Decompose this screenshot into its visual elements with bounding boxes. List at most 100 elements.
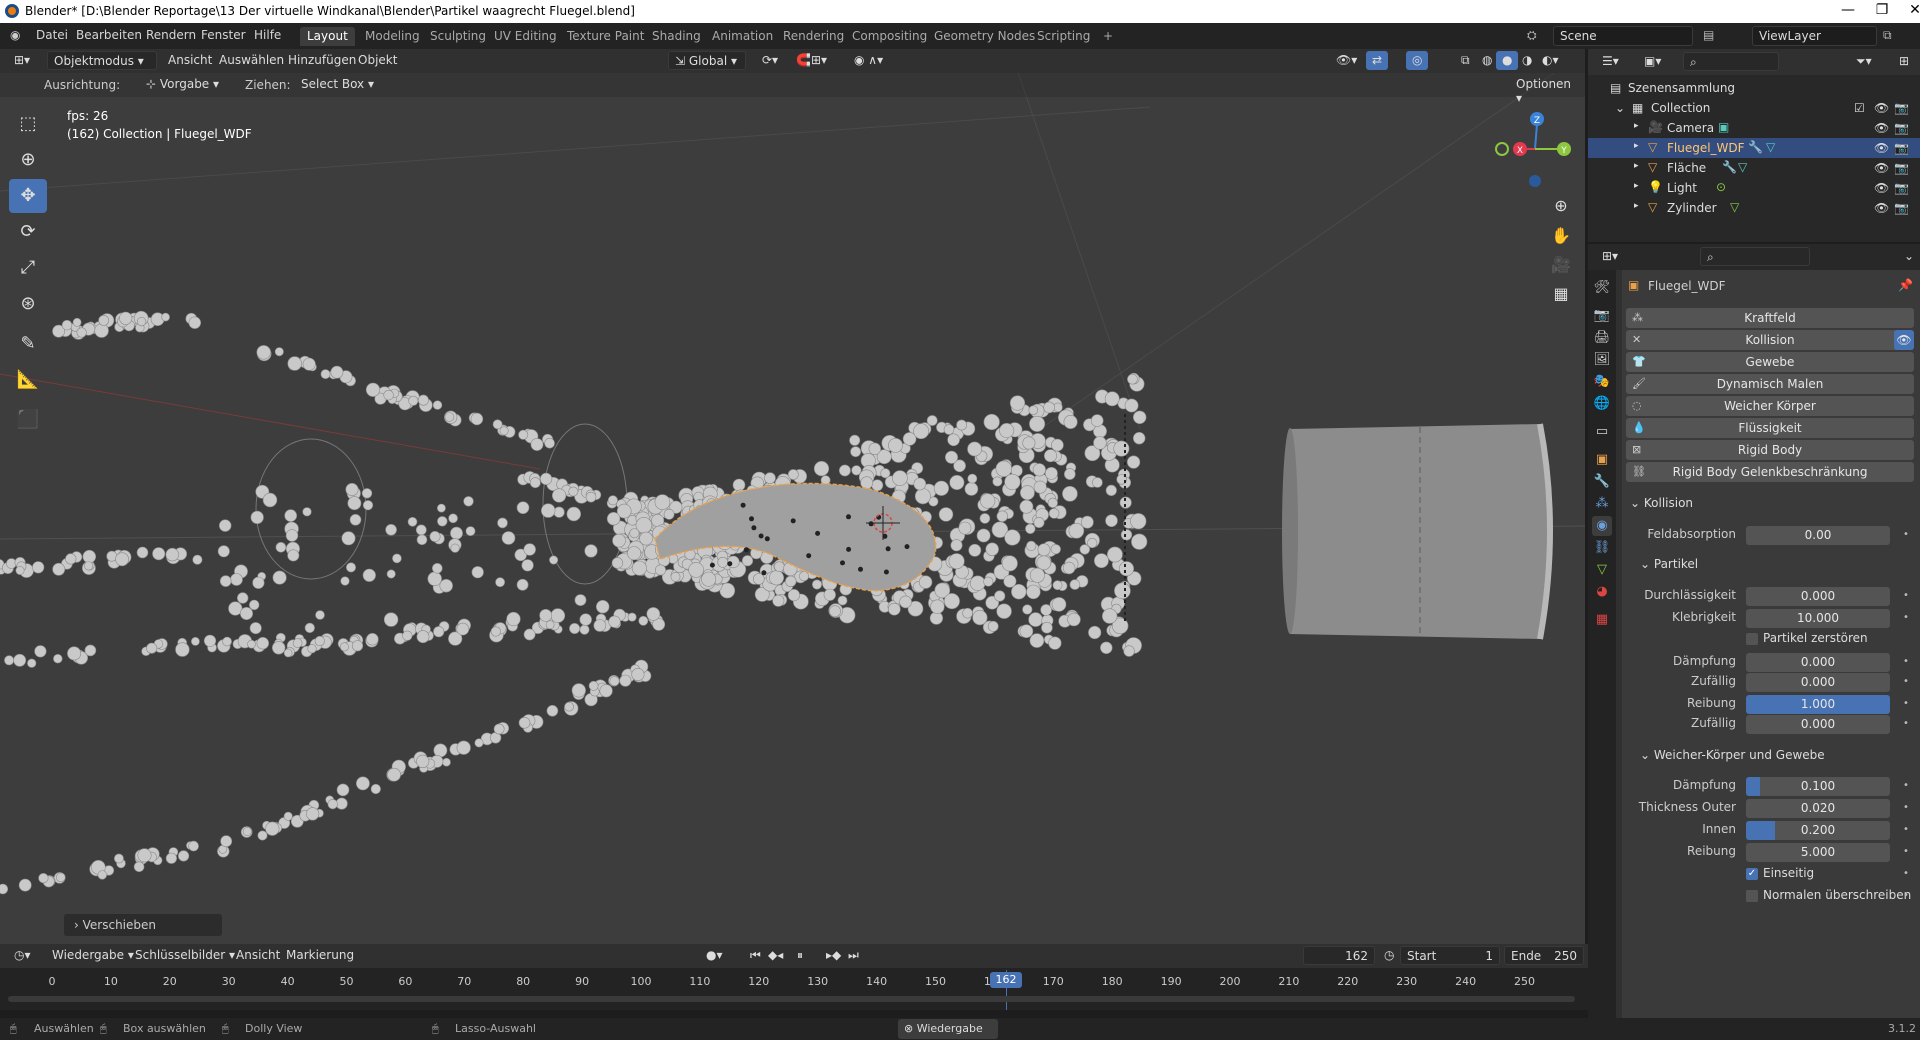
end-frame-field[interactable]: Ende 250: [1504, 946, 1584, 965]
transform-orientation-selector[interactable]: ⇲ Global ▾: [668, 51, 746, 70]
properties-options-icon[interactable]: ⌄: [1898, 247, 1920, 266]
options-dropdown[interactable]: Optionen ▾: [1510, 75, 1585, 105]
select-box-tool-icon[interactable]: ⬚: [9, 107, 47, 141]
keyframe-dot-icon[interactable]: •: [1902, 868, 1910, 879]
soft-body-button[interactable]: ◌ Weicher Körper: [1626, 396, 1914, 416]
outliner-item-light[interactable]: ▸ 💡 Light ⊙ 👁 📷: [1588, 178, 1920, 198]
dynamic-paint-button[interactable]: 🖌 Dynamisch Malen: [1626, 374, 1914, 394]
kraftfeld-button[interactable]: ⁂ Kraftfeld: [1626, 308, 1914, 328]
scene-tab-icon[interactable]: 🎭: [1592, 372, 1612, 392]
cursor-tool-icon[interactable]: ⊕: [9, 143, 47, 177]
toggle-visibility-icon[interactable]: 👁: [1894, 330, 1914, 350]
remove-x-icon[interactable]: ✕: [1632, 330, 1641, 350]
outliner-editor-icon[interactable]: ☰▾: [1596, 52, 1625, 71]
keyframe-dot-icon[interactable]: •: [1902, 529, 1910, 540]
particles-tab-icon[interactable]: ⁂: [1592, 494, 1612, 514]
output-tab-icon[interactable]: 🖨: [1592, 328, 1612, 348]
tab-texture-paint[interactable]: Texture Paint: [560, 27, 651, 46]
fluid-button[interactable]: 💧 Flüssigkeit: [1626, 418, 1914, 438]
partikel-section-header[interactable]: ⌄ Partikel: [1640, 557, 1698, 571]
keyframe-dot-icon[interactable]: •: [1902, 698, 1910, 709]
object-tab-icon[interactable]: ▣: [1592, 450, 1612, 470]
menu-bearbeiten[interactable]: Bearbeiten: [76, 28, 142, 42]
hide-eye-icon[interactable]: 👁: [1874, 141, 1889, 155]
exclude-checkbox-icon[interactable]: ☑: [1854, 101, 1865, 115]
menu-schluesselbilder[interactable]: Schlüsselbilder ▾: [129, 946, 241, 965]
thickness-outer-field[interactable]: 0.020: [1746, 799, 1890, 818]
proportional-edit-icon[interactable]: ◉ ∧▾: [848, 51, 889, 70]
keyframe-dot-icon[interactable]: •: [1902, 718, 1910, 729]
overlay-toggle-icon[interactable]: ◎: [1406, 51, 1429, 70]
render-camera-icon[interactable]: 📷: [1894, 141, 1909, 155]
hide-eye-icon[interactable]: 👁: [1874, 181, 1889, 195]
rigid-body-constraint-button[interactable]: ⛓ Rigid Body Gelenkbeschränkung: [1626, 462, 1914, 482]
physics-tab-icon[interactable]: ◉: [1592, 516, 1612, 536]
tab-sculpting[interactable]: Sculpting: [423, 27, 493, 46]
texture-tab-icon[interactable]: ▦: [1592, 610, 1612, 630]
camera-view-icon[interactable]: 🎥: [1548, 252, 1574, 278]
render-camera-icon[interactable]: 📷: [1894, 181, 1909, 195]
checkbox-box[interactable]: [1746, 632, 1758, 645]
rigid-body-button[interactable]: ⊠ Rigid Body: [1626, 440, 1914, 460]
add-workspace-button[interactable]: +: [1096, 27, 1120, 46]
keyframe-dot-icon[interactable]: •: [1902, 590, 1910, 601]
keyframe-dot-icon[interactable]: •: [1902, 802, 1910, 813]
expand-icon[interactable]: ⌄: [1615, 101, 1625, 115]
gizmo-toggle-icon[interactable]: ⇄: [1366, 51, 1389, 70]
grid-view-icon[interactable]: ▦: [1548, 281, 1574, 307]
new-collection-icon[interactable]: ⊞: [1893, 52, 1915, 71]
keyframe-dot-icon[interactable]: •: [1902, 846, 1910, 857]
tool-tab-icon[interactable]: 🛠: [1592, 278, 1612, 298]
partikel-zerstoeren-checkbox[interactable]: Partikel zerstören: [1746, 631, 1868, 645]
filter-icon[interactable]: ⏷▾: [1850, 52, 1878, 71]
playback-status[interactable]: ⊗ Wiedergabe: [898, 1019, 998, 1039]
outliner-search-input[interactable]: ⌕: [1683, 52, 1779, 71]
feldabsorption-field[interactable]: 0.00: [1746, 526, 1890, 545]
render-camera-icon[interactable]: 📷: [1894, 201, 1909, 215]
measure-tool-icon[interactable]: 📐: [9, 363, 47, 397]
keyframe-dot-icon[interactable]: •: [1902, 780, 1910, 791]
properties-search-input[interactable]: ⌕: [1700, 247, 1810, 266]
modifier-wrench-icon[interactable]: 🔧: [1722, 160, 1737, 174]
menu-fenster[interactable]: Fenster: [201, 28, 246, 42]
scale-tool-icon[interactable]: ⤢: [9, 251, 47, 285]
zoom-icon[interactable]: ⊕: [1548, 193, 1574, 219]
world-tab-icon[interactable]: 🌐: [1592, 394, 1612, 414]
prev-keyframe-icon[interactable]: ◆◂: [762, 946, 789, 965]
menu-datei[interactable]: Datei: [36, 28, 68, 42]
einseitig-checkbox[interactable]: ✓ Einseitig: [1746, 866, 1814, 880]
klebrigkeit-field[interactable]: 10.000: [1746, 609, 1890, 628]
render-camera-icon[interactable]: 📷: [1894, 101, 1909, 115]
properties-editor-icon[interactable]: ⊞▾: [1596, 247, 1624, 266]
add-cube-tool-icon[interactable]: ⬛: [9, 403, 47, 437]
mode-selector[interactable]: Objektmodus ▾: [47, 51, 157, 70]
collection-tab-icon[interactable]: ▭: [1592, 422, 1612, 442]
expand-icon[interactable]: ▸: [1634, 161, 1639, 171]
preview-range-icon[interactable]: ◷: [1378, 946, 1400, 965]
rendered-shading-icon[interactable]: ◐▾: [1536, 51, 1565, 70]
tab-scripting[interactable]: Scripting: [1030, 27, 1097, 46]
expand-icon[interactable]: ▸: [1634, 181, 1639, 191]
timeline-editor-icon[interactable]: ◷▾: [8, 946, 37, 965]
tab-animation[interactable]: Animation: [705, 27, 780, 46]
rotate-tool-icon[interactable]: ⟳: [9, 215, 47, 249]
menu-ansicht[interactable]: Ansicht: [162, 51, 218, 70]
outliner-item-zylinder[interactable]: ▸ ▽ Zylinder ▽ 👁 📷: [1588, 198, 1920, 218]
softbody-section-header[interactable]: ⌄ Weicher-Körper und Gewebe: [1640, 748, 1825, 762]
reibung-field[interactable]: 1.000: [1746, 695, 1890, 714]
menu-auswaehlen[interactable]: Auswählen: [213, 51, 290, 70]
kollision-button[interactable]: ✕ Kollision 👁: [1626, 330, 1914, 350]
durchlaessigkeit-field[interactable]: 0.000: [1746, 587, 1890, 606]
modifier-wrench-icon[interactable]: 🔧: [1748, 140, 1763, 154]
pivot-icon[interactable]: ⟳▾: [756, 51, 784, 70]
menu-objekt[interactable]: Objekt: [352, 51, 403, 70]
snap-icon[interactable]: 🧲⊞▾: [790, 51, 833, 70]
keyframe-dot-icon[interactable]: •: [1902, 656, 1910, 667]
close-icon[interactable]: ✕: [1895, 2, 1920, 18]
timeline-scrollbar[interactable]: [8, 996, 1575, 1002]
expand-icon[interactable]: ▸: [1634, 141, 1639, 151]
3d-viewport[interactable]: Z X Y ⊞▾ Objektmodus ▾ Ansicht Auswählen…: [0, 49, 1585, 944]
mesh-data-icon[interactable]: ▽: [1766, 140, 1775, 154]
menu-markierung[interactable]: Markierung: [280, 946, 360, 965]
outliner-item-camera[interactable]: ▸ 🎥 Camera ▣ 👁 📷: [1588, 118, 1920, 138]
